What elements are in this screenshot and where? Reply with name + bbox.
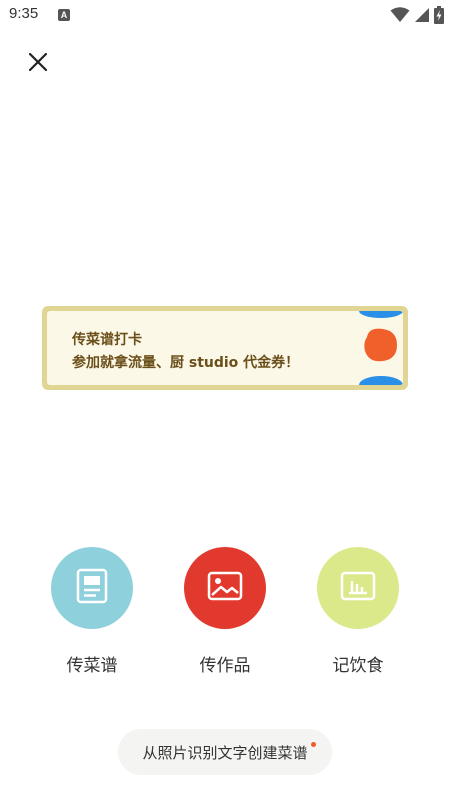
status-time: 9:35 — [9, 5, 39, 22]
log-diet-button[interactable]: 记饮食 — [303, 547, 413, 687]
notification-app-icon: A — [58, 9, 70, 21]
ocr-create-recipe-label: 从照片识别文字创建菜谱 — [142, 743, 308, 762]
wifi-icon — [390, 7, 410, 23]
upload-works-button[interactable]: 传作品 — [170, 547, 280, 687]
cell-signal-icon — [414, 7, 430, 23]
chart-icon — [340, 571, 376, 605]
recipe-document-icon — [76, 568, 108, 608]
log-diet-circle — [317, 547, 399, 629]
upload-recipe-circle — [51, 547, 133, 629]
close-icon — [28, 52, 48, 75]
promo-decoration-shapes — [359, 311, 403, 385]
promo-banner[interactable]: 传菜谱打卡 参加就拿流量、厨 studio 代金券！ — [42, 306, 408, 390]
ocr-create-recipe-button[interactable]: 从照片识别文字创建菜谱 — [118, 729, 332, 775]
status-bar: 9:35 A — [0, 0, 450, 30]
upload-works-label: 传作品 — [199, 656, 251, 676]
status-icons — [390, 6, 444, 24]
promo-subtitle: 参加就拿流量、厨 studio 代金券！ — [72, 355, 300, 371]
image-icon — [207, 571, 243, 605]
upload-recipe-button[interactable]: 传菜谱 — [37, 547, 147, 687]
promo-banner-inner: 传菜谱打卡 参加就拿流量、厨 studio 代金券！ — [47, 311, 403, 385]
promo-title: 传菜谱打卡 — [72, 332, 142, 348]
upload-recipe-label: 传菜谱 — [66, 656, 118, 676]
close-button[interactable] — [24, 50, 52, 78]
new-badge-dot — [311, 742, 316, 747]
upload-works-circle — [184, 547, 266, 629]
battery-charging-icon — [434, 6, 444, 24]
log-diet-label: 记饮食 — [332, 656, 384, 676]
